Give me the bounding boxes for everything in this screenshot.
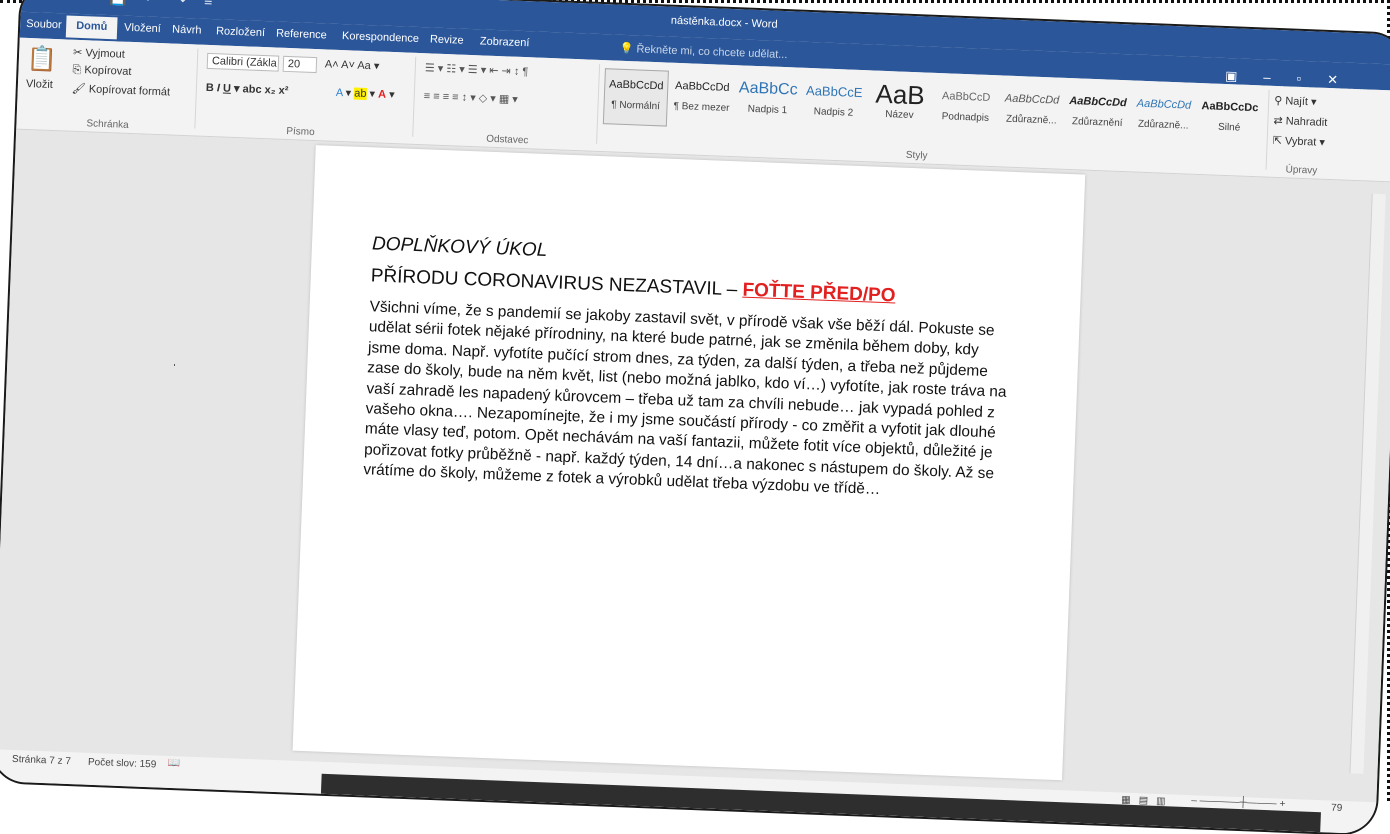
word-window: 💾↶↷≡ nástěnka.docx - Word Soubor Domů Vl… — [0, 0, 1390, 834]
tab-file[interactable]: Soubor — [26, 18, 62, 31]
document-page[interactable]: DOPLŇKOVÝ ÚKOL PŘÍRODU CORONAVIRUS NEZAS… — [292, 145, 1086, 781]
tab-layout[interactable]: Rozložení — [216, 25, 265, 39]
divider — [596, 63, 601, 144]
quick-access-toolbar[interactable]: 💾↶↷≡ — [109, 0, 231, 11]
alignment-buttons[interactable]: ≡ ≡ ≡ ≡ ↕ ▾ ◇ ▾ ▦ ▾ — [424, 89, 519, 106]
replace-icon: ⇄ — [1273, 114, 1286, 128]
style-subtitle[interactable]: AaBbCcD Podnadpis — [933, 81, 999, 139]
document-body-text: Všichni víme, že s pandemií se jakoby za… — [363, 298, 1007, 499]
font-group-label: Písmo — [286, 125, 315, 139]
style-subtle-emphasis[interactable]: AaBbCcDd Zdůrazně... — [999, 83, 1065, 141]
font-size-select[interactable]: 20 — [282, 55, 318, 74]
word-count[interactable]: Počet slov: 159 — [88, 757, 157, 771]
cut-button[interactable]: ✂ Vyjmout — [73, 46, 125, 61]
style-no-spacing[interactable]: AaBbCcDd ¶ Bez mezer — [669, 71, 735, 129]
paste-button[interactable]: Vložit — [26, 78, 53, 91]
document-workspace: DOPLŇKOVÝ ÚKOL PŘÍRODU CORONAVIRUS NEZAS… — [0, 129, 1390, 803]
style-emphasis[interactable]: AaBbCcDd Zdůraznění — [1064, 86, 1130, 144]
styles-group-label: Styly — [905, 149, 928, 162]
document-heading-1: DOPLŇKOVÝ ÚKOL — [371, 233, 548, 262]
select-button[interactable]: ⇱ Vybrat ▾ — [1272, 134, 1325, 149]
format-painter-button[interactable]: 🖌 Kopírovat formát — [72, 82, 171, 99]
zoom-level[interactable]: 79 — [1331, 803, 1343, 814]
style-heading-1[interactable]: AaBbCc Nadpis 1 — [735, 73, 801, 131]
style-intense-emphasis[interactable]: AaBbCcDd Zdůrazně... — [1130, 88, 1196, 146]
heading-highlight: FOŤTE PŘED/PO — [742, 279, 896, 307]
style-title[interactable]: AaB Název — [867, 78, 933, 136]
list-buttons[interactable]: ☰ ▾ ☷ ▾ ☰ ▾ ⇤ ⇥ ↕ ¶ — [425, 61, 529, 78]
tab-references[interactable]: Reference — [276, 28, 327, 42]
cursor-icon: ⇱ — [1272, 134, 1286, 148]
clipboard-icon: 📋 — [26, 44, 58, 74]
tab-view[interactable]: Zobrazení — [480, 35, 530, 49]
font-size-buttons[interactable]: A˄ A˅ Aa ▾ — [325, 57, 380, 72]
paragraph-group-label: Odstavec — [485, 133, 529, 147]
editing-group-label: Úpravy — [1285, 164, 1318, 177]
divider — [412, 56, 417, 137]
tab-mailings[interactable]: Korespondence — [342, 30, 419, 45]
copy-icon: ⎘ — [72, 63, 85, 77]
tell-me-search[interactable]: 💡 Řekněte mi, co chcete udělat... — [620, 42, 788, 61]
tab-review[interactable]: Revize — [430, 33, 464, 46]
brush-icon: 🖌 — [71, 82, 90, 96]
page-count[interactable]: Stránka 7 z 7 — [12, 754, 71, 767]
divider — [1265, 89, 1270, 170]
replace-button[interactable]: ⇄ Nahradit — [1273, 114, 1327, 129]
tab-design[interactable]: Návrh — [172, 24, 202, 37]
document-title: nástěnka.docx - Word — [670, 14, 778, 31]
stray-mark — [174, 364, 175, 366]
font-name-select[interactable]: Calibri (Zákla — [206, 52, 280, 72]
find-button[interactable]: ⚲ Najít ▾ — [1274, 94, 1317, 109]
lightbulb-icon: 💡 — [619, 42, 637, 56]
style-heading-2[interactable]: AaBbCcE Nadpis 2 — [801, 76, 867, 134]
clipboard-group-label: Schránka — [86, 118, 129, 131]
font-format-buttons[interactable]: B I U ▾ abc x₂ x² — [206, 81, 289, 97]
divider — [194, 48, 199, 129]
search-icon: ⚲ — [1273, 94, 1286, 108]
tab-home[interactable]: Domů — [65, 15, 118, 40]
tab-insert[interactable]: Vložení — [124, 22, 161, 35]
style-normal[interactable]: AaBbCcDd ¶ Normální — [602, 68, 669, 127]
font-color-buttons[interactable]: A ▾ ab ▾ A ▾ — [336, 86, 395, 101]
scissors-icon: ✂ — [72, 46, 86, 60]
style-strong[interactable]: AaBbCcDc Silné — [1196, 91, 1262, 149]
proofing-icon[interactable]: 📖 — [168, 758, 181, 769]
copy-button[interactable]: ⎘ Kopírovat — [72, 64, 131, 79]
